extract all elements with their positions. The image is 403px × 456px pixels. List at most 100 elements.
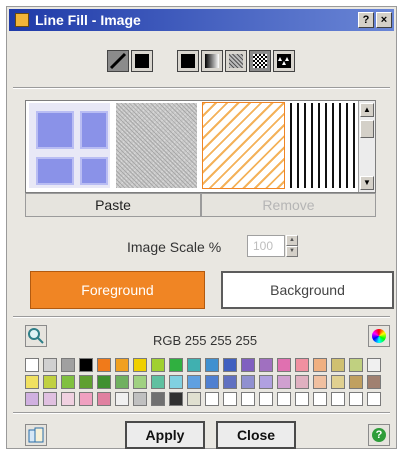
palette-swatch[interactable] — [61, 358, 75, 372]
palette-swatch[interactable] — [115, 392, 129, 406]
palette-swatch[interactable] — [349, 375, 363, 389]
app-icon — [15, 13, 29, 27]
palette-swatch[interactable] — [169, 358, 183, 372]
background-button[interactable]: Background — [221, 271, 394, 309]
palette-swatch[interactable] — [331, 358, 345, 372]
palette-swatch[interactable] — [151, 358, 165, 372]
palette-swatch[interactable] — [367, 392, 381, 406]
palette-swatch[interactable] — [43, 392, 57, 406]
color-wheel-icon[interactable] — [368, 325, 390, 347]
help-button[interactable]: ? — [358, 12, 374, 28]
palette-swatch[interactable] — [25, 375, 39, 389]
black-stripes-thumbnail[interactable] — [290, 103, 356, 188]
image-scale-input[interactable]: 100 — [247, 235, 285, 257]
image-pattern-icon[interactable] — [273, 50, 295, 72]
help-icon[interactable]: ? — [368, 424, 390, 446]
palette-swatch[interactable] — [223, 392, 237, 406]
remove-button[interactable]: Remove — [201, 193, 376, 217]
palette-swatch[interactable] — [151, 392, 165, 406]
eyedropper-icon[interactable] — [25, 325, 47, 347]
palette-swatch[interactable] — [259, 392, 273, 406]
palette-swatch[interactable] — [367, 358, 381, 372]
palette-swatch[interactable] — [115, 358, 129, 372]
palette-swatch[interactable] — [79, 375, 93, 389]
gradient-pattern-icon[interactable] — [201, 50, 223, 72]
line-fill-icon[interactable] — [107, 50, 129, 72]
solid-pattern-icon[interactable] — [177, 50, 199, 72]
palette-swatch[interactable] — [259, 375, 273, 389]
palette-swatch[interactable] — [241, 375, 255, 389]
palette-swatch[interactable] — [61, 375, 75, 389]
separator — [13, 87, 390, 89]
image-gallery[interactable]: ▲ ▼ — [25, 100, 376, 193]
palette-swatch[interactable] — [241, 358, 255, 372]
palette-swatch[interactable] — [349, 392, 363, 406]
window-title: Line Fill - Image — [35, 12, 141, 28]
palette-swatch[interactable] — [133, 375, 147, 389]
scroll-thumb[interactable] — [360, 120, 374, 138]
blue-tiles-thumbnail[interactable] — [29, 103, 110, 188]
palette-swatch[interactable] — [115, 375, 129, 389]
palette-swatch[interactable] — [205, 358, 219, 372]
line-fill-image-dialog: Line Fill - Image ? × ▲ ▼ Paste Remove I… — [6, 6, 397, 449]
palette-swatch[interactable] — [331, 392, 345, 406]
palette-swatch[interactable] — [277, 375, 291, 389]
palette-swatch[interactable] — [151, 375, 165, 389]
palette-swatch[interactable] — [205, 375, 219, 389]
palette-swatch[interactable] — [295, 392, 309, 406]
palette-swatch[interactable] — [295, 358, 309, 372]
palette-swatch[interactable] — [43, 358, 57, 372]
checker-pattern-icon[interactable] — [249, 50, 271, 72]
foreground-button[interactable]: Foreground — [30, 271, 205, 309]
image-scale-label: Image Scale % — [127, 239, 222, 255]
paste-button[interactable]: Paste — [25, 193, 201, 217]
palette-swatch[interactable] — [97, 358, 111, 372]
palette-swatch[interactable] — [205, 392, 219, 406]
title-bar: Line Fill - Image ? × — [9, 9, 394, 31]
palette-swatch[interactable] — [25, 392, 39, 406]
gallery-scrollbar[interactable]: ▲ ▼ — [358, 101, 375, 192]
orange-diagonal-thumbnail[interactable] — [202, 102, 285, 189]
palette-swatch[interactable] — [97, 392, 111, 406]
palette-swatch[interactable] — [187, 375, 201, 389]
palette-swatch[interactable] — [187, 392, 201, 406]
palette-swatch[interactable] — [313, 375, 327, 389]
palette-swatch[interactable] — [169, 375, 183, 389]
scale-up-icon[interactable]: ▲ — [286, 235, 298, 246]
palette-swatch[interactable] — [25, 358, 39, 372]
gray-noise-thumbnail[interactable] — [116, 103, 197, 188]
fill-toolbar — [7, 39, 396, 79]
palette-swatch[interactable] — [97, 375, 111, 389]
palette-swatch[interactable] — [241, 392, 255, 406]
palette-swatch[interactable] — [349, 358, 363, 372]
scale-down-icon[interactable]: ▼ — [286, 246, 298, 257]
palette-swatch[interactable] — [61, 392, 75, 406]
palette-swatch[interactable] — [133, 392, 147, 406]
palette-swatch[interactable] — [367, 375, 381, 389]
separator — [13, 316, 390, 318]
palette-swatch[interactable] — [259, 358, 273, 372]
palette-swatch[interactable] — [277, 358, 291, 372]
palette-swatch[interactable] — [277, 392, 291, 406]
palette-swatch[interactable] — [331, 375, 345, 389]
palette-swatch[interactable] — [313, 392, 327, 406]
palette-swatch[interactable] — [169, 392, 183, 406]
palette-swatch[interactable] — [187, 358, 201, 372]
rgb-readout: RGB 255 255 255 — [153, 333, 258, 348]
scroll-up-icon[interactable]: ▲ — [360, 103, 374, 117]
scroll-down-icon[interactable]: ▼ — [360, 176, 374, 190]
palette-swatch[interactable] — [223, 375, 237, 389]
palette-swatch[interactable] — [79, 358, 93, 372]
palette-swatch[interactable] — [223, 358, 237, 372]
palette-swatch[interactable] — [133, 358, 147, 372]
palette-swatch[interactable] — [43, 375, 57, 389]
palette-swatch[interactable] — [79, 392, 93, 406]
apply-button[interactable]: Apply — [125, 421, 205, 449]
close-button[interactable]: Close — [216, 421, 296, 449]
solid-fill-icon[interactable] — [131, 50, 153, 72]
palette-swatch[interactable] — [295, 375, 309, 389]
texture-pattern-icon[interactable] — [225, 50, 247, 72]
close-window-button[interactable]: × — [376, 12, 392, 28]
texture-library-icon[interactable] — [25, 424, 47, 446]
palette-swatch[interactable] — [313, 358, 327, 372]
